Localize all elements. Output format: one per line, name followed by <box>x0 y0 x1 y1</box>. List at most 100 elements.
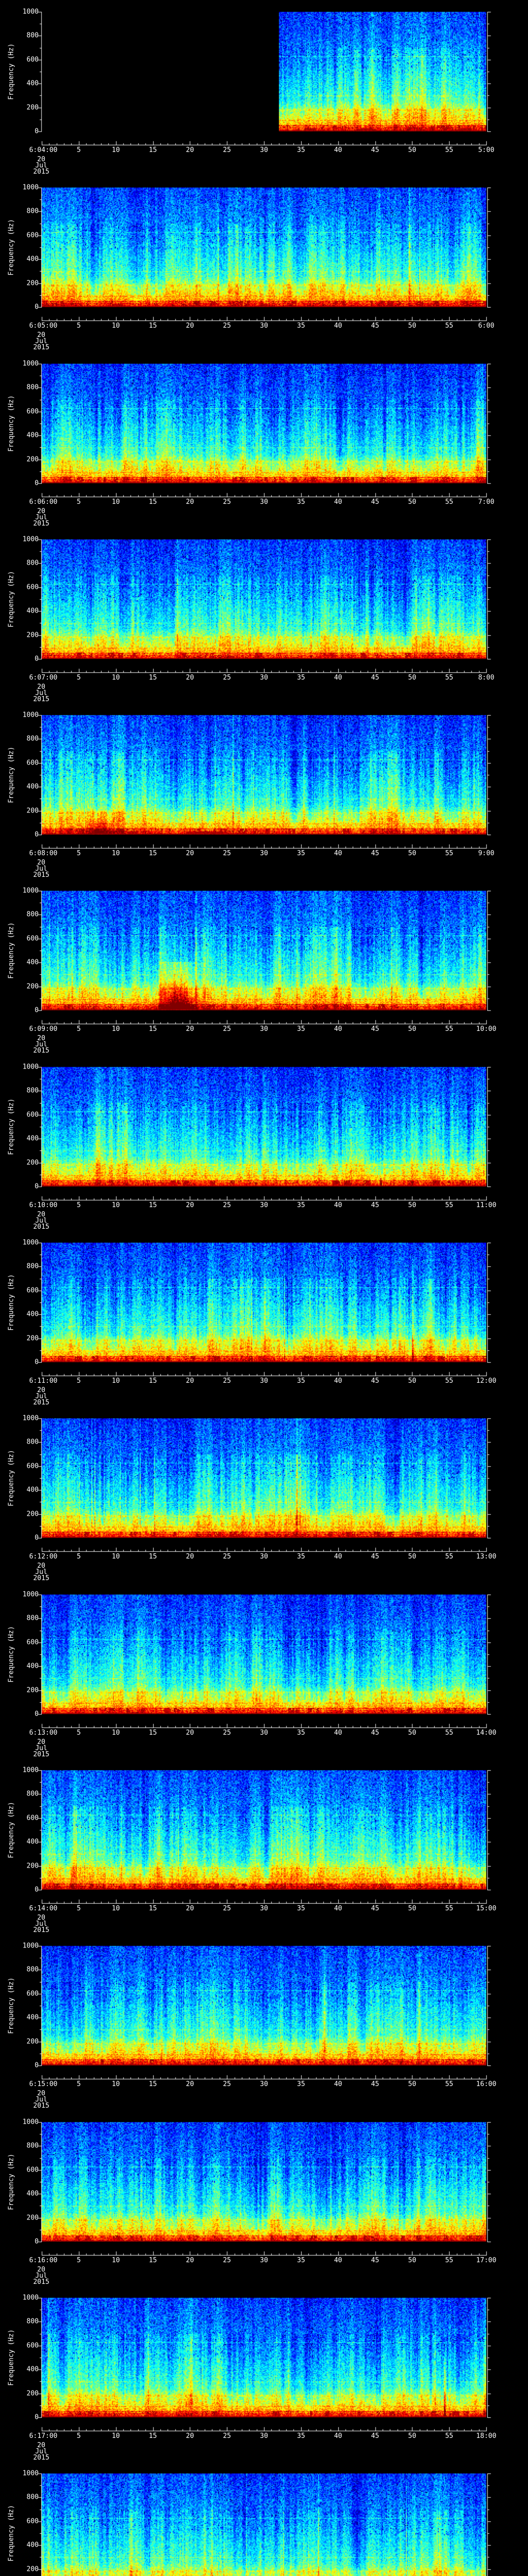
x-tick-label: 15 <box>148 2080 157 2088</box>
x-tick-label: 5 <box>76 1201 81 1209</box>
x-tick-label: 5 <box>76 2257 81 2264</box>
y-tick-label: 600 <box>26 1814 39 1822</box>
x-tick-label: 25 <box>223 322 231 330</box>
x-tick-label: 15 <box>148 498 157 506</box>
y-tick-label: 400 <box>26 607 39 615</box>
x-start-time-label: 6:07:00 <box>29 674 58 682</box>
x-tick-label: 5 <box>76 1553 81 1561</box>
x-end-time-label: 7:00 <box>478 498 494 506</box>
x-tick-label: 25 <box>223 2257 231 2264</box>
y-tick-label: 800 <box>26 383 39 392</box>
y-tick-label: 200 <box>26 1862 39 1870</box>
x-tick-label: 50 <box>408 2432 417 2440</box>
y-axis-title: Frequency (Hz) <box>7 395 15 452</box>
x-end-time-label: 16:00 <box>476 2080 497 2088</box>
x-tick-label: 55 <box>445 146 453 154</box>
x-tick-label: 50 <box>408 1553 417 1561</box>
y-tick-label: 400 <box>26 2190 39 2198</box>
x-tick-label: 15 <box>148 1729 157 1737</box>
y-axis-title: Frequency (Hz) <box>7 1626 15 1683</box>
x-tick-label: 30 <box>260 2432 268 2440</box>
date-year-label: 2015 <box>33 871 50 879</box>
y-tick-label: 800 <box>26 2142 39 2150</box>
y-tick-label: 400 <box>26 255 39 263</box>
x-tick-label: 10 <box>111 146 120 154</box>
x-start-time-label: 6:05:00 <box>29 322 58 330</box>
x-tick-label: 30 <box>260 1553 268 1561</box>
x-tick-label: 10 <box>111 1553 120 1561</box>
date-year-label: 2015 <box>33 1223 50 1231</box>
y-tick-label: 0 <box>35 1006 39 1014</box>
y-tick-label: 200 <box>26 104 39 112</box>
x-tick-label: 10 <box>111 498 120 506</box>
x-tick-label: 25 <box>223 1553 231 1561</box>
y-tick-label: 0 <box>35 2238 39 2246</box>
date-year-label: 2015 <box>33 1574 50 1582</box>
x-tick-label: 20 <box>186 498 194 506</box>
y-axis-title: Frequency (Hz) <box>7 2329 15 2386</box>
y-axis-title: Frequency (Hz) <box>7 571 15 628</box>
x-tick-label: 40 <box>334 1377 342 1385</box>
spectrogram-panel-4: Frequency (Hz) 0 200 400 600 800 1000 6:07:00 5 1… <box>0 528 528 703</box>
y-tick-label: 200 <box>26 2389 39 2398</box>
y-tick-label: 0 <box>35 655 39 663</box>
x-tick-label: 15 <box>148 1553 157 1561</box>
x-tick-label: 5 <box>76 2432 81 2440</box>
y-tick-label: 200 <box>26 807 39 815</box>
x-tick-label: 35 <box>297 850 305 857</box>
x-tick-label: 20 <box>186 2257 194 2264</box>
x-tick-label: 45 <box>371 1553 380 1561</box>
x-tick-label: 15 <box>148 1025 157 1033</box>
x-tick-label: 55 <box>445 850 453 857</box>
y-tick-label: 400 <box>26 2541 39 2549</box>
x-start-time-label: 6:13:00 <box>29 1729 58 1737</box>
y-tick-label: 1000 <box>22 1414 39 1422</box>
x-tick-label: 45 <box>371 1729 380 1737</box>
y-tick-label: 800 <box>26 1614 39 1622</box>
x-tick-label: 40 <box>334 1025 342 1033</box>
x-tick-label: 20 <box>186 1553 194 1561</box>
y-tick-label: 400 <box>26 958 39 967</box>
x-end-time-label: 11:00 <box>476 1201 497 1209</box>
x-tick-label: 55 <box>445 1553 453 1561</box>
x-tick-label: 20 <box>186 2080 194 2088</box>
x-tick-label: 50 <box>408 850 417 857</box>
x-tick-label: 25 <box>223 498 231 506</box>
y-tick-label: 400 <box>26 1310 39 1318</box>
x-tick-label: 30 <box>260 674 268 682</box>
x-tick-label: 10 <box>111 1729 120 1737</box>
x-tick-label: 25 <box>223 2432 231 2440</box>
date-year-label: 2015 <box>33 168 50 176</box>
y-tick-label: 1000 <box>22 1239 39 1247</box>
x-tick-label: 25 <box>223 2080 231 2088</box>
y-tick-label: 200 <box>26 279 39 287</box>
x-tick-label: 20 <box>186 1905 194 1912</box>
y-tick-label: 600 <box>26 1462 39 1470</box>
x-tick-label: 55 <box>445 1201 453 1209</box>
x-tick-label: 40 <box>334 1201 342 1209</box>
y-tick-label: 1000 <box>22 2118 39 2126</box>
spectrogram-panel-15: Frequency (Hz)020040060080010006:18:0051… <box>0 2462 528 2576</box>
x-tick-label: 45 <box>371 1025 380 1033</box>
x-end-time-label: 10:00 <box>476 1025 497 1033</box>
x-end-time-label: 13:00 <box>476 1553 497 1561</box>
x-tick-label: 20 <box>186 322 194 330</box>
x-tick-label: 35 <box>297 1553 305 1561</box>
y-tick-label: 200 <box>26 1159 39 1167</box>
y-tick-label: 0 <box>35 1534 39 1542</box>
y-tick-label: 0 <box>35 1710 39 1718</box>
y-tick-label: 1000 <box>22 1063 39 1071</box>
x-tick-label: 40 <box>334 1553 342 1561</box>
x-end-time-label: 18:00 <box>476 2432 497 2440</box>
x-tick-label: 55 <box>445 2257 453 2264</box>
y-tick-label: 400 <box>26 2013 39 2022</box>
y-tick-label: 800 <box>26 910 39 919</box>
x-tick-label: 45 <box>371 498 380 506</box>
x-tick-label: 55 <box>445 322 453 330</box>
y-tick-label: 600 <box>26 2166 39 2174</box>
y-axis-title: Frequency (Hz) <box>7 1802 15 1858</box>
x-tick-label: 55 <box>445 1729 453 1737</box>
x-end-time-label: 9:00 <box>478 850 494 857</box>
x-tick-label: 15 <box>148 1201 157 1209</box>
x-tick-label: 45 <box>371 1377 380 1385</box>
